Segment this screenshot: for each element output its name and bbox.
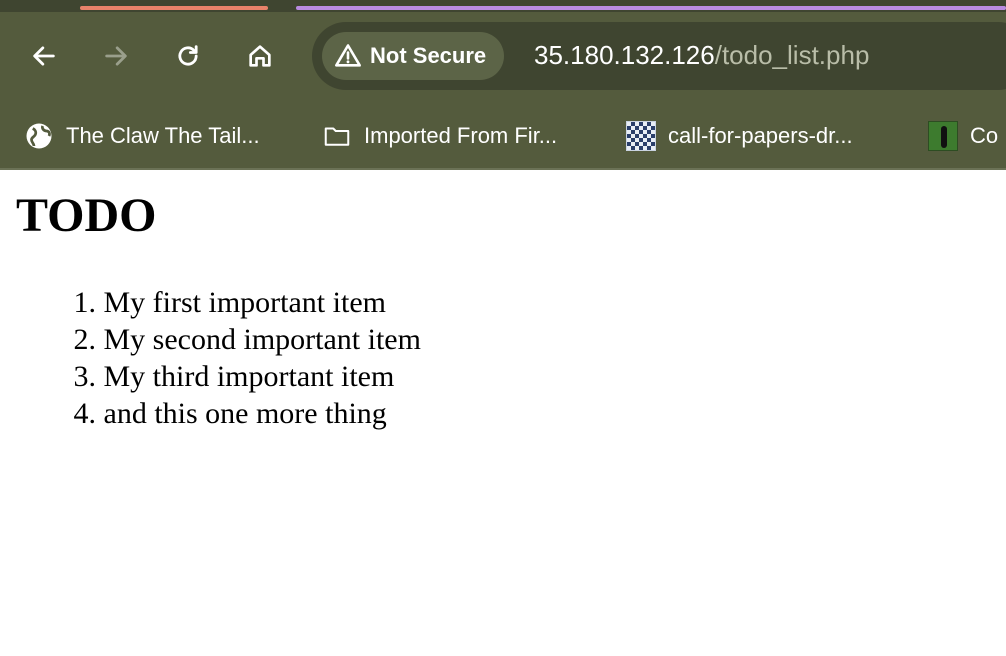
- item-text: My second important item: [103, 323, 421, 356]
- bookmark-item[interactable]: call-for-papers-dr...: [626, 120, 853, 152]
- forward-button[interactable]: [98, 38, 134, 74]
- reload-icon: [178, 45, 198, 66]
- reload-button[interactable]: [170, 38, 206, 74]
- list-item: 1. My first important item: [56, 284, 421, 321]
- list-item: 2. My second important item: [56, 321, 421, 358]
- tab-indicator-active[interactable]: [80, 6, 268, 10]
- home-icon: [249, 45, 271, 67]
- list-item: 4. and this one more thing: [56, 395, 421, 432]
- address-bar[interactable]: Not Secure 35.180.132.126/todo_list.php: [312, 22, 1006, 90]
- back-button[interactable]: [26, 38, 62, 74]
- back-arrow-icon: [33, 46, 55, 66]
- url-path: /todo_list.php: [714, 40, 870, 70]
- item-number: 4.: [73, 397, 97, 430]
- item-text: My third important item: [103, 360, 395, 393]
- url-text[interactable]: 35.180.132.126/todo_list.php: [534, 40, 869, 71]
- bookmark-item[interactable]: Co: [928, 120, 998, 152]
- item-text: and this one more thing: [103, 397, 387, 430]
- warning-icon: [335, 44, 361, 67]
- item-text: My first important item: [103, 286, 386, 319]
- tab-strip: [0, 0, 1006, 12]
- forward-arrow-icon: [105, 46, 127, 66]
- bookmarks-bar: The Claw The Tail... Imported From Fir..…: [0, 102, 1006, 170]
- item-number: 2.: [73, 323, 97, 356]
- item-number: 3.: [73, 360, 97, 393]
- list-item: 3. My third important item: [56, 358, 421, 395]
- bookmark-label: Co: [970, 123, 999, 148]
- bookmark-label: The Claw The Tail...: [66, 123, 260, 148]
- page-content: TODO 1. My first important item 2. My se…: [0, 172, 1006, 656]
- todo-list: 1. My first important item 2. My second …: [56, 284, 421, 432]
- bookmark-item[interactable]: The Claw The Tail...: [24, 120, 260, 152]
- bookmark-label: call-for-papers-dr...: [668, 123, 853, 148]
- page-title: TODO: [16, 189, 157, 242]
- person-favicon-icon: [928, 121, 958, 151]
- folder-icon: [324, 127, 350, 146]
- bookmark-folder[interactable]: Imported From Fir...: [322, 120, 557, 152]
- item-number: 1.: [73, 286, 97, 319]
- tab-indicator[interactable]: [296, 6, 1006, 10]
- url-host: 35.180.132.126: [534, 40, 715, 70]
- home-button[interactable]: [242, 38, 278, 74]
- bookmark-label: Imported From Fir...: [364, 123, 558, 148]
- grid-favicon-icon: [626, 121, 656, 151]
- globe-icon: [26, 123, 52, 149]
- security-indicator[interactable]: Not Secure: [322, 32, 505, 80]
- security-label: Not Secure: [370, 43, 487, 68]
- browser-toolbar: Not Secure 35.180.132.126/todo_list.php: [0, 12, 1006, 102]
